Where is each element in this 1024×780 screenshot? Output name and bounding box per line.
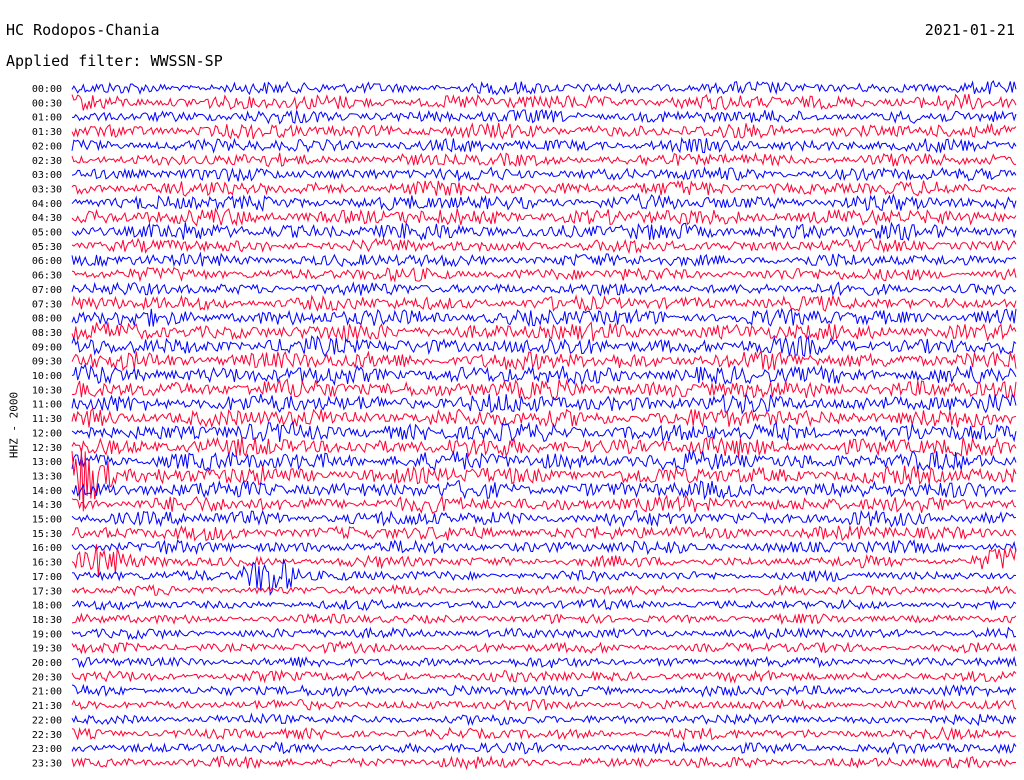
time-label: 04:00	[32, 199, 62, 210]
trace-1530	[71, 524, 1017, 542]
trace-2300	[71, 741, 1017, 755]
trace-0400	[71, 192, 1017, 213]
time-label: 10:00	[32, 371, 62, 382]
trace-1500	[71, 509, 1017, 528]
time-label: 21:00	[32, 687, 62, 698]
time-label: 22:30	[32, 730, 62, 741]
time-label: 07:30	[32, 299, 62, 310]
trace-0600	[71, 251, 1017, 268]
time-label: 00:00	[32, 84, 62, 95]
trace-1830	[71, 612, 1017, 626]
time-label: 09:00	[32, 342, 62, 353]
time-label: 20:00	[32, 658, 62, 669]
time-tick-labels: 00:00 00:30 01:00 01:30 02:00 02:30 03:00 03:30…	[32, 84, 62, 769]
time-label: 04:30	[32, 213, 62, 224]
time-label: 18:30	[32, 615, 62, 626]
time-label: 19:00	[32, 629, 62, 640]
trace-2030	[71, 669, 1017, 684]
time-label: 16:00	[32, 543, 62, 554]
time-label: 19:30	[32, 644, 62, 655]
trace-0700	[71, 281, 1017, 297]
time-label: 03:30	[32, 184, 62, 195]
trace-2200	[71, 712, 1017, 727]
time-label: 14:00	[32, 486, 62, 497]
trace-1730	[71, 583, 1017, 597]
trace-0300	[71, 166, 1017, 183]
time-label: 22:00	[32, 715, 62, 726]
trace-1100	[71, 392, 1017, 415]
time-label: 00:30	[32, 98, 62, 109]
trace-1000	[71, 363, 1017, 387]
trace-0030	[71, 93, 1017, 111]
time-label: 21:30	[32, 701, 62, 712]
time-label: 01:30	[32, 127, 62, 138]
time-label: 02:30	[32, 156, 62, 167]
trace-1300	[71, 449, 1017, 472]
trace-1930	[71, 640, 1017, 655]
time-label: 08:30	[32, 328, 62, 339]
trace-1900	[71, 626, 1017, 641]
time-label: 05:30	[32, 242, 62, 253]
time-label: 17:30	[32, 586, 62, 597]
trace-0900	[71, 335, 1017, 358]
time-label: 05:00	[32, 228, 62, 239]
time-label: 11:00	[32, 400, 62, 411]
trace-1430	[71, 494, 1017, 514]
trace-2130	[71, 697, 1017, 712]
helicorder-plot: 00:00 00:30 01:00 01:30 02:00 02:30 03:00 03:30…	[32, 79, 1017, 771]
trace-1130	[71, 407, 1017, 429]
trace-0200	[71, 136, 1017, 154]
time-label: 11:30	[32, 414, 62, 425]
time-label: 13:00	[32, 457, 62, 468]
time-label: 15:00	[32, 515, 62, 526]
trace-1800	[71, 598, 1017, 611]
time-label: 01:00	[32, 113, 62, 124]
trace-2230	[71, 726, 1017, 741]
time-label: 13:30	[32, 471, 62, 482]
time-label: 18:00	[32, 601, 62, 612]
trace-2000	[71, 655, 1017, 669]
trace-0800	[71, 307, 1017, 328]
trace-group	[71, 79, 1017, 771]
trace-2330	[71, 755, 1017, 771]
time-label: 06:30	[32, 271, 62, 282]
time-label: 23:00	[32, 744, 62, 755]
time-label: 16:30	[32, 558, 62, 569]
time-label: 07:00	[32, 285, 62, 296]
time-label: 14:30	[32, 500, 62, 511]
time-label: 15:30	[32, 529, 62, 540]
trace-2100	[71, 683, 1017, 698]
time-label: 10:30	[32, 385, 62, 396]
time-label: 12:30	[32, 443, 62, 454]
time-label: 09:30	[32, 357, 62, 368]
trace-0100	[71, 109, 1017, 125]
time-label: 20:30	[32, 672, 62, 683]
time-label: 03:00	[32, 170, 62, 181]
time-label: 02:00	[32, 141, 62, 152]
trace-1600	[71, 538, 1017, 556]
time-label: 06:00	[32, 256, 62, 267]
time-label: 08:00	[32, 314, 62, 325]
trace-0330	[71, 179, 1017, 197]
trace-0430	[71, 207, 1017, 227]
trace-0730	[71, 294, 1017, 313]
trace-0230	[71, 151, 1017, 168]
time-label: 12:00	[32, 428, 62, 439]
trace-1400	[71, 479, 1017, 501]
trace-0500	[71, 221, 1017, 242]
trace-1030	[71, 378, 1017, 400]
time-label: 17:00	[32, 572, 62, 583]
trace-0000	[71, 79, 1017, 96]
trace-0130	[71, 122, 1017, 140]
trace-0630	[71, 266, 1017, 283]
time-label: 23:30	[32, 758, 62, 769]
trace-0830	[71, 321, 1017, 342]
trace-0530	[71, 237, 1017, 255]
